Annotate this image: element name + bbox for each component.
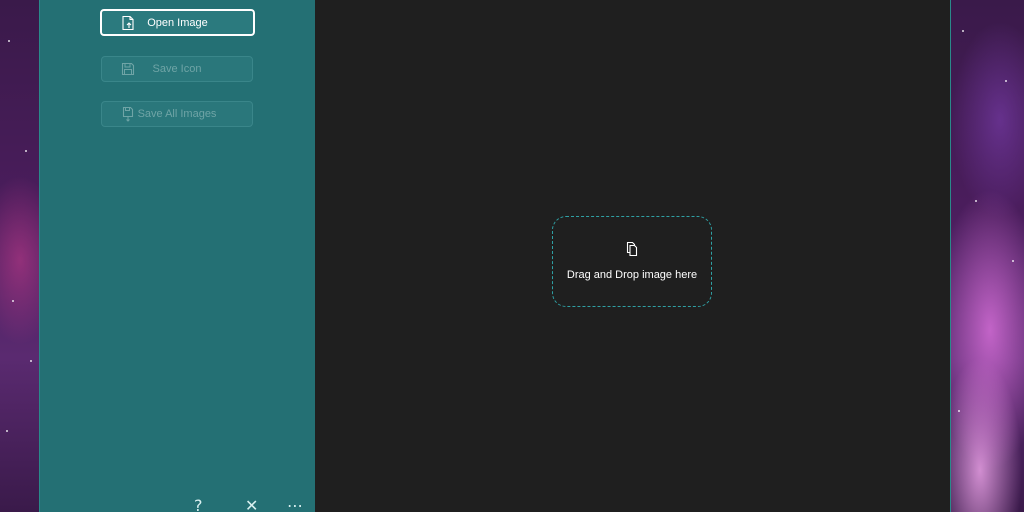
save-icon-button[interactable]: Save Icon: [101, 56, 253, 82]
drop-zone-text: Drag and Drop image here: [566, 268, 698, 281]
star: [12, 300, 14, 302]
star: [1005, 80, 1007, 82]
app-window: Open Image Save Icon Save All Images ? ✕…: [39, 0, 951, 512]
open-image-label: Open Image: [147, 16, 208, 29]
help-icon[interactable]: ?: [194, 498, 203, 512]
sidebar: Open Image Save Icon Save All Images ? ✕…: [40, 0, 315, 512]
close-icon[interactable]: ✕: [245, 498, 258, 512]
star: [962, 30, 964, 32]
save-all-icon: [120, 106, 136, 122]
star: [6, 430, 8, 432]
open-file-icon: [120, 15, 136, 31]
star: [30, 360, 32, 362]
main-panel: Drag and Drop image here: [315, 0, 950, 512]
star: [25, 150, 27, 152]
copy-files-icon: [624, 241, 640, 261]
open-image-button[interactable]: Open Image: [100, 9, 255, 36]
save-all-images-button[interactable]: Save All Images: [101, 101, 253, 127]
save-all-images-label: Save All Images: [137, 108, 217, 120]
sidebar-bottom-bar: ? ✕ ⋯: [40, 498, 315, 512]
drop-zone[interactable]: Drag and Drop image here: [552, 216, 712, 307]
star: [1012, 260, 1014, 262]
star: [975, 200, 977, 202]
star: [8, 40, 10, 42]
star: [958, 410, 960, 412]
save-icon-label: Save Icon: [152, 63, 202, 75]
desktop-background: Open Image Save Icon Save All Images ? ✕…: [0, 0, 1024, 512]
more-icon[interactable]: ⋯: [287, 498, 303, 512]
save-icon: [120, 61, 136, 77]
